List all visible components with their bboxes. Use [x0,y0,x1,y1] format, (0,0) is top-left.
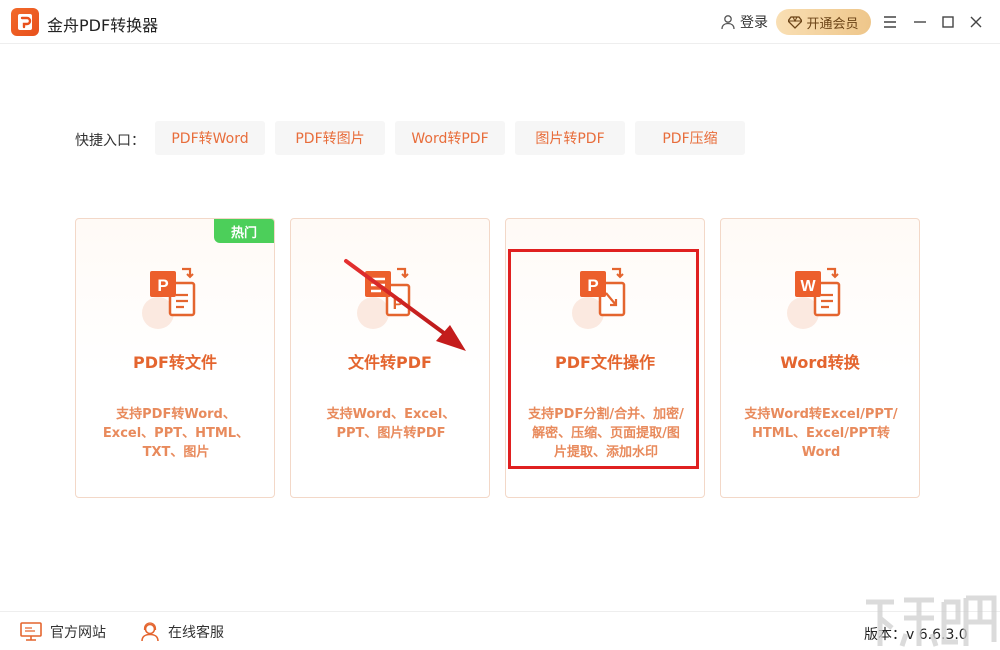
title-bar: 金舟PDF转换器 登录 开通会员 [0,0,1000,44]
login-button[interactable]: 登录 [720,12,768,32]
quick-word-to-pdf-button[interactable]: Word转PDF [395,121,505,155]
quick-access-label: 快捷入口： [75,133,145,149]
login-label: 登录 [740,15,768,31]
monitor-icon [20,622,42,641]
official-website-label: 官方网站 [50,625,106,641]
hot-badge: 热门 [214,219,274,243]
card-description: 支持Word、Excel、 PPT、图片转PDF [326,407,456,441]
close-icon [970,16,982,28]
svg-text:P: P [587,276,598,295]
online-service-label: 在线客服 [168,625,224,641]
svg-text:P: P [393,296,404,313]
card-description: 支持Word转Excel/PPT/ HTML、Excel/PPT转 Word [744,407,898,460]
version-label: 版本：v 6.6.3.0 [864,627,968,643]
card-description: 支持PDF转Word、 Excel、PPT、HTML、 TXT、图片 [102,407,250,460]
footer: 官方网站 在线客服 版本：v 6.6.3.0 [0,611,1000,650]
pdf-operations-icon: P [572,267,626,329]
quick-pdf-to-word-button[interactable]: PDF转Word [155,121,265,155]
minimize-icon [914,21,926,23]
maximize-button[interactable] [938,12,958,32]
app-title: 金舟PDF转换器 [47,16,159,35]
customer-service-icon [141,622,159,642]
quick-image-to-pdf-button[interactable]: 图片转PDF [515,121,625,155]
card-title: 文件转PDF [348,353,432,372]
card-file-to-pdf[interactable]: P 文件转PDF 支持Word、Excel、 PPT、图片转PDF [290,218,490,498]
word-convert-icon: W [787,267,841,329]
card-pdf-to-file[interactable]: 热门 P PDF转文件 支持PDF转Word、 Excel、PPT、HTML、 … [75,218,275,498]
pdf-to-file-icon: P [142,267,196,329]
maximize-icon [942,16,954,28]
quick-pdf-to-image-button[interactable]: PDF转图片 [275,121,385,155]
svg-text:P: P [157,276,168,295]
card-pdf-file-operations[interactable]: P PDF文件操作 支持PDF分割/合并、加密/ 解密、压缩、页面提取/图 片提… [505,218,705,498]
minimize-button[interactable] [910,12,930,32]
menu-icon [884,16,896,28]
card-title: PDF文件操作 [555,353,655,372]
user-icon [721,15,735,30]
close-button[interactable] [966,12,986,32]
quick-pdf-compress-button[interactable]: PDF压缩 [635,121,745,155]
card-title: PDF转文件 [133,353,217,372]
file-to-pdf-icon: P [357,267,411,329]
vip-button[interactable]: 开通会员 [776,9,871,35]
card-title: Word转换 [780,353,860,372]
app-logo-icon [11,8,39,36]
official-website-link[interactable]: 官方网站 [20,622,106,642]
menu-button[interactable] [880,12,900,32]
diamond-icon [788,16,803,29]
online-service-link[interactable]: 在线客服 [140,622,224,642]
vip-label: 开通会员 [806,16,859,32]
svg-text:W: W [800,278,816,295]
card-description: 支持PDF分割/合并、加密/ 解密、压缩、页面提取/图 片提取、添加水印 [528,407,684,460]
card-word-convert[interactable]: W Word转换 支持Word转Excel/PPT/ HTML、Excel/PP… [720,218,920,498]
